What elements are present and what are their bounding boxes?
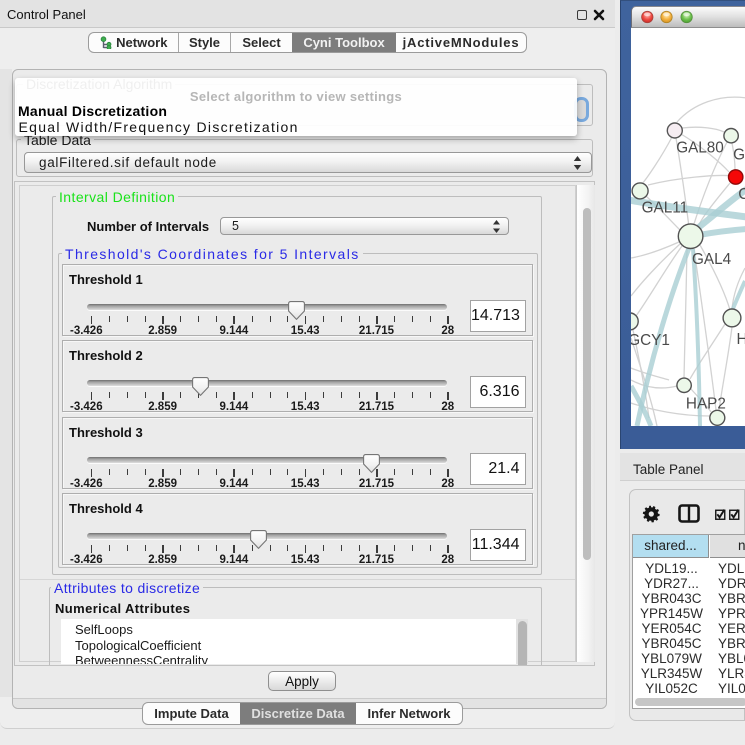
svg-text:C: C: [738, 186, 745, 203]
svg-text:GAL4: GAL4: [692, 251, 732, 268]
svg-text:H: H: [737, 331, 745, 348]
svg-text:GA: GA: [733, 146, 745, 163]
svg-text:GAL80: GAL80: [676, 140, 724, 157]
svg-text:HAP2: HAP2: [686, 395, 726, 412]
svg-text:GCY1: GCY1: [631, 332, 670, 349]
svg-text:GAL11: GAL11: [642, 199, 689, 216]
